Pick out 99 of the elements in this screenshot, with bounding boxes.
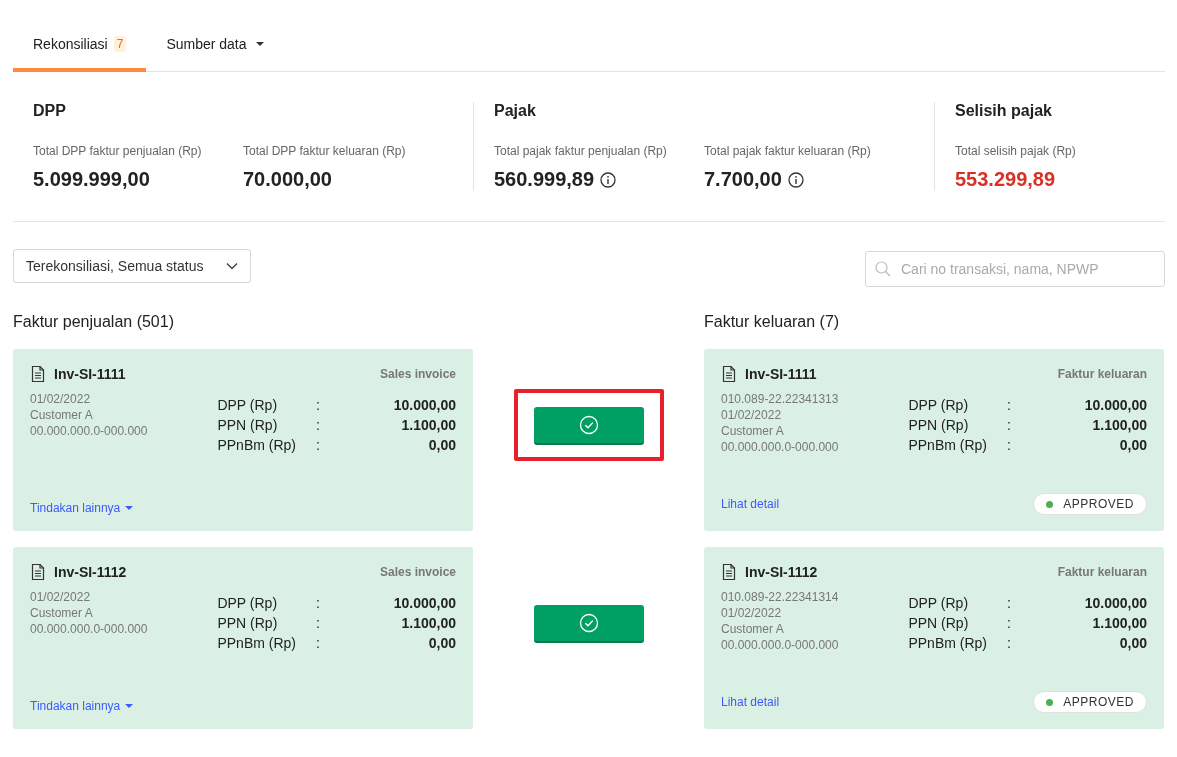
invoice-type: Sales invoice: [379, 367, 456, 381]
invoice-detail: Customer A: [30, 407, 94, 423]
amount-label: PPnBm (Rp): [217, 436, 296, 455]
invoice-detail: 010.089-22.22341313: [721, 391, 839, 407]
status-pill: APPROVED: [1033, 493, 1147, 515]
metric-value: 5.099.999,00: [33, 168, 150, 191]
match-button[interactable]: [533, 407, 644, 443]
column-heading: Faktur penjualan (501): [13, 313, 175, 331]
check-circle-icon: [578, 415, 599, 435]
status-pill: APPROVED: [1033, 691, 1147, 713]
invoice-number: Inv-SI-1111: [54, 366, 126, 382]
amount-value: 1.100,00: [1091, 416, 1147, 435]
amount-label: PPN (Rp): [908, 416, 970, 435]
invoice-number: Inv-SI-1112: [54, 564, 127, 580]
colon: :: [316, 634, 321, 653]
metric-label: Total pajak faktur keluaran (Rp): [704, 144, 872, 158]
info-icon: [600, 171, 617, 188]
detail-link[interactable]: Lihat detail: [721, 497, 780, 511]
search-field[interactable]: Cari no transaksi, nama, NPWP: [865, 251, 1165, 287]
amount-label: PPnBm (Rp): [217, 634, 296, 653]
amount-label: PPN (Rp): [217, 614, 279, 633]
document-icon: [30, 365, 46, 383]
caret-icon: [124, 703, 135, 709]
invoice-detail: 01/02/2022: [721, 407, 783, 423]
amount-value: 10.000,00: [1083, 396, 1147, 415]
amount-value: 10.000,00: [392, 396, 456, 415]
more-actions-link[interactable]: Tindakan lainnya: [30, 501, 135, 515]
invoice-detail: Customer A: [721, 423, 785, 439]
invoice-detail: 00.000.000.0-000.000: [30, 423, 148, 439]
amount-label: DPP (Rp): [908, 396, 970, 415]
colon: :: [1007, 396, 1012, 415]
search-icon: [875, 261, 891, 277]
colon: :: [316, 416, 321, 435]
colon: :: [1007, 614, 1012, 633]
colon: :: [1007, 594, 1012, 613]
colon: :: [316, 594, 321, 613]
section-title: DPP: [33, 102, 67, 120]
status-dropdown[interactable]: Terekonsiliasi, Semua status: [13, 249, 251, 283]
invoice-number: Inv-SI-1111: [745, 366, 817, 382]
invoice-detail: 01/02/2022: [30, 589, 92, 605]
invoice-type: Sales invoice: [379, 565, 456, 579]
colon: :: [316, 436, 321, 455]
amount-value: 0,00: [1118, 436, 1147, 455]
more-actions-link[interactable]: Tindakan lainnya: [30, 699, 135, 713]
caret-icon: [124, 505, 135, 511]
amount-label: DPP (Rp): [908, 594, 970, 613]
document-icon: [721, 563, 737, 581]
metric-label: Total DPP faktur penjualan (Rp): [33, 144, 203, 158]
invoice-detail: Customer A: [30, 605, 94, 621]
colon: :: [316, 614, 321, 633]
tab[interactable]: Rekonsiliasi 7: [13, 22, 147, 72]
amount-value: 1.100,00: [400, 614, 456, 633]
metric-value: 70.000,00: [243, 168, 332, 191]
amount-label: PPnBm (Rp): [908, 634, 987, 653]
count-badge: 7: [113, 36, 127, 52]
match-button[interactable]: [533, 605, 644, 641]
invoice-detail: 00.000.000.0-000.000: [30, 621, 148, 637]
amount-label: PPnBm (Rp): [908, 436, 987, 455]
colon: :: [316, 396, 321, 415]
document-icon: [721, 365, 737, 383]
amount-label: PPN (Rp): [217, 416, 279, 435]
amount-value: 1.100,00: [400, 416, 456, 435]
section-title: Pajak: [494, 102, 537, 120]
invoice-detail: 01/02/2022: [30, 391, 92, 407]
column-heading: Faktur keluaran (7): [704, 313, 841, 331]
document-icon: [30, 563, 46, 581]
invoice-type: Faktur keluaran: [1057, 367, 1147, 381]
amount-value: 0,00: [1118, 634, 1147, 653]
metric-value: 560.999,89: [494, 168, 595, 191]
invoice-number: Inv-SI-1112: [745, 564, 818, 580]
amount-value: 10.000,00: [1083, 594, 1147, 613]
amount-value: 1.100,00: [1091, 614, 1147, 633]
colon: :: [1007, 436, 1012, 455]
amount-label: DPP (Rp): [217, 396, 279, 415]
amount-value: 0,00: [427, 436, 456, 455]
check-circle-icon: [578, 613, 599, 633]
invoice-detail: 01/02/2022: [721, 605, 783, 621]
info-icon: [787, 171, 804, 188]
invoice-detail: Customer A: [721, 621, 785, 637]
amount-value: 0,00: [427, 634, 456, 653]
metric-label: Total DPP faktur keluaran (Rp): [243, 144, 407, 158]
invoice-detail: 00.000.000.0-000.000: [721, 439, 839, 455]
metric-value: 553.299,89: [955, 168, 1056, 191]
colon: :: [1007, 416, 1012, 435]
colon: :: [1007, 634, 1012, 653]
amount-label: PPN (Rp): [908, 614, 970, 633]
amount-label: DPP (Rp): [217, 594, 279, 613]
amount-value: 10.000,00: [392, 594, 456, 613]
metric-value: 7.700,00: [704, 168, 782, 191]
invoice-detail: 010.089-22.22341314: [721, 589, 839, 605]
invoice-detail: 00.000.000.0-000.000: [721, 637, 839, 653]
caret-icon: [254, 41, 265, 47]
metric-label: Total selisih pajak (Rp): [955, 144, 1077, 158]
section-title: Selisih pajak: [955, 102, 1053, 120]
invoice-type: Faktur keluaran: [1057, 565, 1147, 579]
tab[interactable]: Sumber data: [146, 22, 285, 72]
chevron-down-icon: [226, 262, 238, 270]
metric-label: Total pajak faktur penjualan (Rp): [494, 144, 668, 158]
detail-link[interactable]: Lihat detail: [721, 695, 780, 709]
